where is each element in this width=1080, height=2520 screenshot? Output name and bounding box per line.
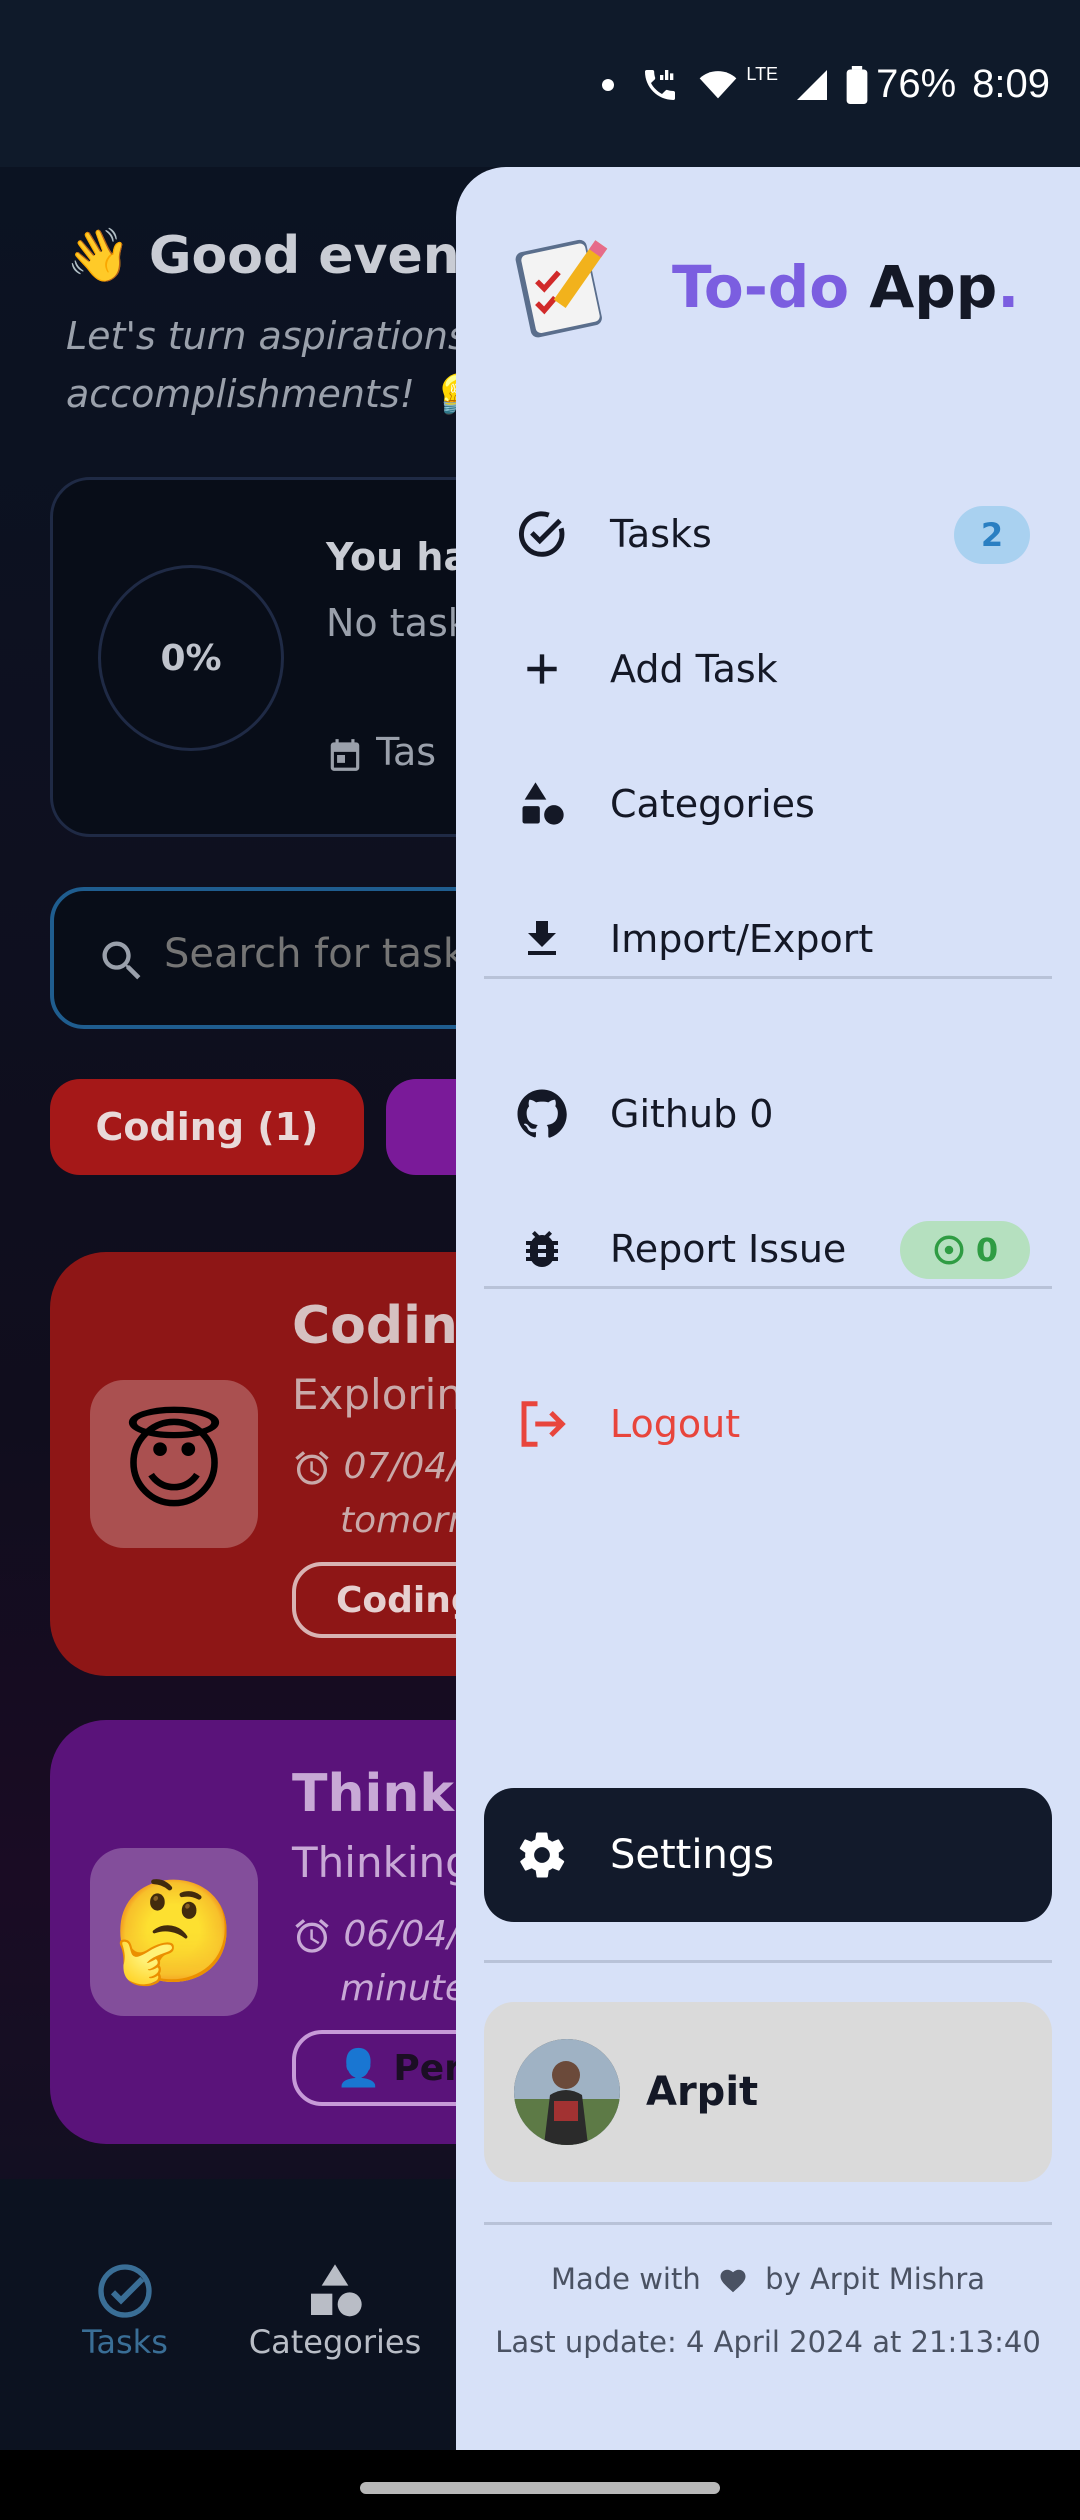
drawer-divider: [484, 1960, 1052, 1963]
issues-count-badge: 0: [900, 1221, 1030, 1279]
task-description: Thinking: [292, 1838, 472, 1887]
github-icon: [514, 1086, 570, 1142]
bottom-nav-categories[interactable]: Categories: [240, 2259, 430, 2361]
avatar-photo-icon: [514, 2039, 620, 2145]
progress-date: Tas: [326, 730, 436, 774]
drawer-item-github[interactable]: Github 0: [484, 1064, 1052, 1164]
drawer-item-label: Logout: [610, 1402, 741, 1446]
status-icons: LTE 76% 8:09: [602, 62, 1050, 107]
alarm-icon: [295, 1919, 329, 1953]
navigation-drawer: To-do App. Tasks 2 Add Task Categories I…: [456, 167, 1080, 2450]
battery-icon: [846, 65, 868, 104]
download-icon: [514, 911, 570, 967]
clock: 8:09: [972, 62, 1050, 106]
categories-icon: [514, 776, 570, 832]
status-bar: LTE 76% 8:09: [0, 0, 1080, 167]
calendar-icon: [330, 738, 360, 771]
issue-open-icon: [934, 1235, 964, 1265]
progress-ring: 0%: [98, 565, 284, 751]
task-emoji: 😇: [90, 1380, 258, 1548]
drawer-divider: [484, 976, 1052, 979]
wifi-calling-icon: [645, 69, 676, 100]
task-deadline: 06/04/ minute: [292, 1908, 467, 2016]
task-check-icon: [98, 2264, 152, 2318]
tasks-count-badge: 2: [954, 506, 1030, 564]
drawer-item-label: Categories: [610, 782, 815, 826]
category-chip-coding[interactable]: Coding (1): [50, 1079, 364, 1175]
gesture-bar-area: [0, 2450, 1080, 2520]
bug-icon: [514, 1221, 570, 1277]
user-profile-card[interactable]: Arpit: [484, 2002, 1052, 2182]
signal-icon: [797, 69, 828, 100]
drawer-app-title: To-do App.: [672, 253, 1020, 321]
drawer-item-label: Tasks: [610, 512, 712, 556]
plus-icon: [514, 641, 570, 697]
drawer-divider: [484, 1286, 1052, 1289]
logout-icon: [514, 1396, 570, 1452]
greeting-subtitle-line2: accomplishments! 💡: [66, 372, 475, 416]
task-emoji: 🤔: [90, 1848, 258, 2016]
home-gesture-handle[interactable]: [360, 2482, 720, 2494]
user-name: Arpit: [646, 2069, 759, 2115]
footer-credit: Made with by Arpit Mishra: [550, 2262, 986, 2296]
notification-dot-icon: [602, 78, 615, 91]
greeting-subtitle-line1: Let's turn aspirations: [66, 314, 468, 358]
heart-icon: [720, 2269, 746, 2293]
task-deadline: 07/04/ tomorr: [292, 1440, 463, 1548]
drawer-item-label: Report Issue: [610, 1227, 847, 1271]
alarm-icon: [295, 1451, 329, 1485]
drawer-item-report-issue[interactable]: Report Issue 0: [484, 1199, 1052, 1299]
progress-title: You ha: [326, 535, 470, 579]
search-icon: [102, 941, 141, 980]
drawer-item-add-task[interactable]: Add Task: [484, 619, 1052, 719]
task-check-icon: [514, 506, 570, 562]
bottom-nav-tasks[interactable]: Tasks: [60, 2259, 190, 2361]
avatar: [514, 2039, 620, 2145]
battery-percent: 76%: [876, 62, 957, 106]
drawer-item-label: Add Task: [610, 647, 778, 691]
drawer-item-label: Import/Export: [610, 917, 874, 961]
settings-button[interactable]: Settings: [484, 1788, 1052, 1922]
task-description: Explorin: [292, 1370, 463, 1419]
settings-label: Settings: [610, 1832, 775, 1878]
greeting-heading: 👋 Good eveni: [66, 226, 478, 286]
drawer-item-import-export[interactable]: Import/Export: [484, 889, 1052, 989]
footer-last-update: Last update: 4 April 2024 at 21:13:40: [495, 2325, 1041, 2359]
drawer-item-logout[interactable]: Logout: [484, 1374, 1052, 1474]
app-logo-icon: [515, 239, 608, 338]
gear-icon: [514, 1827, 570, 1883]
screen: LTE 76% 8:09 👋 Good eveni Let's turn asp…: [0, 0, 1080, 2520]
drawer-item-tasks[interactable]: Tasks 2: [484, 484, 1052, 584]
wifi-icon: [700, 70, 737, 98]
greeting-subtitle: Let's turn aspirations accomplishments! …: [66, 307, 474, 423]
categories-icon: [311, 2264, 362, 2317]
network-type: LTE: [746, 64, 779, 84]
drawer-item-categories[interactable]: Categories: [484, 754, 1052, 854]
drawer-divider: [484, 2222, 1052, 2225]
drawer-item-label: Github 0: [610, 1092, 774, 1136]
